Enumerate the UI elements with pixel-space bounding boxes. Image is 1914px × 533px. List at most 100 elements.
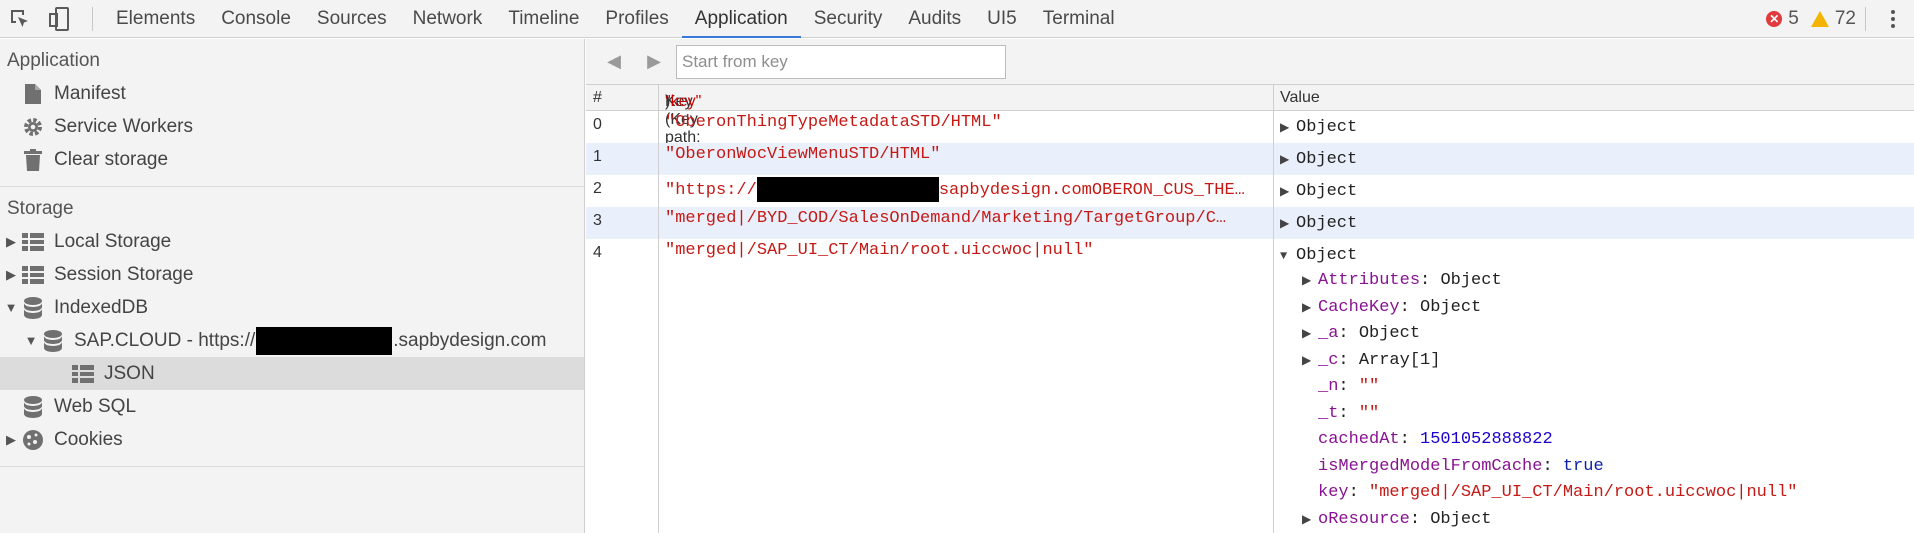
expand-triangle-icon: ▶ [1280,185,1290,199]
table-row[interactable]: 2 "https://sapbydesign.comOBERON_CUS_THE… [586,175,1914,207]
object-property[interactable]: ▶ CacheKey: Object [1302,298,1481,317]
expand-triangle-icon: ▶ [1280,121,1290,135]
column-header-number[interactable]: # [593,89,602,107]
sidebar-item-object-store-json[interactable]: JSON [0,357,584,390]
sidebar-item-manifest[interactable]: Manifest [0,77,584,110]
expand-triangle-icon: ▶ [1302,327,1312,341]
application-sidebar: Application Manifest Service Workers Cle… [0,39,585,533]
object-property: cachedAt: 1501052888822 [1318,430,1553,449]
expand-triangle-icon: ▶ [1302,274,1312,288]
row-number: 0 [593,116,602,133]
row-key: "OberonThingTypeMetadataSTD/HTML" [665,113,1002,132]
warning-count: 72 [1834,8,1856,29]
tab-profiles[interactable]: Profiles [592,0,681,38]
sidebar-item-clear-storage[interactable]: Clear storage [0,143,584,176]
toolbar-divider [92,6,93,31]
row-number: 1 [593,148,602,165]
tab-terminal[interactable]: Terminal [1030,0,1128,38]
collapse-arrow-icon[interactable]: ▼ [20,333,42,348]
gear-icon [22,116,44,138]
sidebar-item-label: Clear storage [54,148,169,170]
object-property[interactable]: ▶ _c: Array[1] [1302,351,1440,370]
sidebar-item-session-storage[interactable]: ▶ Session Storage [0,258,584,291]
sidebar-item-local-storage[interactable]: ▶ Local Storage [0,225,584,258]
error-count: 5 [1788,8,1799,29]
sidebar-item-label: Web SQL [54,395,137,417]
column-divider[interactable] [1273,85,1274,533]
row-value[interactable]: ▶ Object [1280,214,1357,233]
collapse-arrow-icon[interactable]: ▼ [0,300,22,315]
database-name-prefix: SAP.CLOUD - https:// [74,329,256,351]
table-row[interactable]: 1 "OberonWocViewMenuSTD/HTML" ▶ Object [586,143,1914,175]
column-divider[interactable] [658,85,659,533]
object-property: isMergedModelFromCache: true [1318,456,1604,476]
object-property[interactable]: ▶ _a: Object [1302,324,1420,343]
expand-triangle-icon: ▶ [1302,353,1312,368]
row-value[interactable]: ▶ Object [1280,150,1357,169]
table-row-expanded[interactable]: 4 "merged|/SAP_UI_CT/Main/root.uiccwoc|n… [586,239,1914,533]
error-icon: ✕ [1766,11,1783,27]
data-grid: # Key (Key path: "key") Value 0 "OberonT… [586,85,1914,533]
row-value[interactable]: ▼ Object [1280,246,1357,265]
sidebar-item-database[interactable]: ▼ SAP.CLOUD - https:// .sapbydesign.com [0,324,584,357]
sidebar-item-label: Session Storage [54,263,194,285]
table-row[interactable]: 3 "merged|/BYD_COD/SalesOnDemand/Marketi… [586,207,1914,239]
table-icon [22,231,44,253]
tab-ui5[interactable]: UI5 [974,0,1030,38]
expand-arrow-icon[interactable]: ▶ [0,234,22,250]
more-options-icon[interactable] [1886,7,1900,31]
trash-icon [22,148,44,171]
tab-audits[interactable]: Audits [895,0,974,38]
sidebar-item-label: Manifest [54,82,126,104]
panel-tabs: Elements Console Sources Network Timelin… [103,0,1128,38]
column-header-value[interactable]: Value [1280,89,1320,107]
row-key: "OberonWocViewMenuSTD/HTML" [665,145,941,164]
sidebar-item-label: Service Workers [54,115,194,137]
file-icon [22,83,44,105]
tab-network[interactable]: Network [400,0,496,38]
object-property[interactable]: ▶ oResource: Object [1302,510,1491,529]
prev-page-button[interactable]: ◀ [594,47,634,77]
expand-triangle-icon: ▶ [1302,300,1312,315]
table-row[interactable]: 0 "OberonThingTypeMetadataSTD/HTML" ▶ Obj… [586,111,1914,143]
inspect-element-icon[interactable] [0,0,40,38]
next-page-button[interactable]: ▶ [634,47,674,77]
row-value[interactable]: ▶ Object [1280,182,1357,201]
section-divider [0,186,584,187]
grid-header: # Key (Key path: "key") Value [586,85,1914,146]
database-icon [22,296,44,319]
expand-triangle-icon: ▶ [1280,153,1290,167]
sidebar-item-label: Local Storage [54,230,172,252]
data-view-toolbar: ◀ ▶ [586,39,1914,85]
console-counters[interactable]: ✕ 5 72 [1766,0,1856,38]
tab-application[interactable]: Application [681,0,801,38]
expand-triangle-icon: ▶ [1280,217,1290,231]
object-property[interactable]: ▶ Attributes: Object [1302,271,1502,290]
toolbar-divider [1865,7,1866,31]
sidebar-item-indexeddb[interactable]: ▼ IndexedDB [0,291,584,324]
sidebar-item-cookies[interactable]: ▶ Cookies [0,423,584,456]
tab-elements[interactable]: Elements [103,0,208,38]
database-icon [42,329,64,352]
table-icon [72,363,94,385]
expand-arrow-icon[interactable]: ▶ [0,267,22,283]
section-title-storage: Storage [7,198,74,219]
tab-timeline[interactable]: Timeline [495,0,592,38]
sidebar-item-web-sql[interactable]: Web SQL [0,390,584,423]
device-toolbar-icon[interactable] [40,0,80,38]
tab-security[interactable]: Security [801,0,896,38]
row-value[interactable]: ▶ Object [1280,118,1357,137]
tab-console[interactable]: Console [208,0,304,38]
redacted-block [756,177,939,202]
row-key: "merged|/SAP_UI_CT/Main/root.uiccwoc|nul… [665,241,1094,260]
indexeddb-data-view: ◀ ▶ # Key (Key path: "key") Value 0 "Obe… [586,39,1914,533]
section-divider [0,466,584,467]
sidebar-item-label: IndexedDB [54,296,149,318]
expand-arrow-icon[interactable]: ▶ [0,432,22,448]
start-from-key-input[interactable] [676,44,1006,79]
tab-sources[interactable]: Sources [304,0,400,38]
sidebar-item-service-workers[interactable]: Service Workers [0,110,584,143]
row-key: "https://sapbydesign.comOBERON_CUS_THE… [665,177,1265,202]
row-number: 4 [593,244,602,261]
table-icon [22,264,44,286]
